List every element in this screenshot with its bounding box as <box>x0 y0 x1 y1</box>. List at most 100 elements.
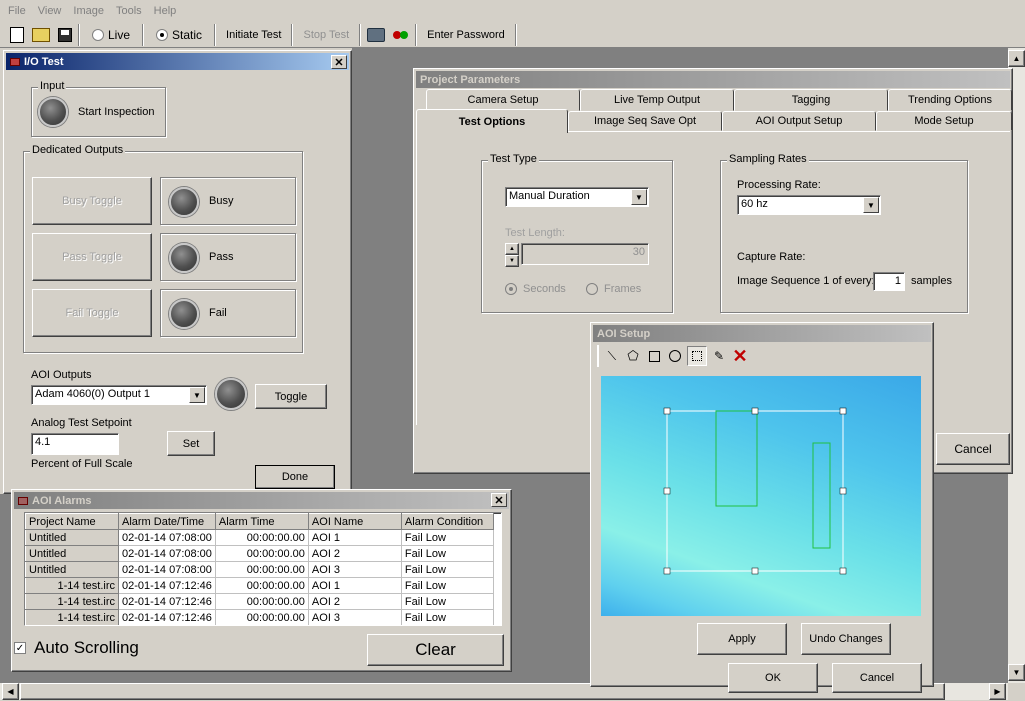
delete-icon[interactable]: ✕ <box>731 346 749 366</box>
new-file-icon[interactable] <box>10 26 24 43</box>
tab-camera-setup[interactable]: Camera Setup <box>426 89 580 111</box>
scroll-up-button[interactable]: ▲ <box>1008 50 1025 67</box>
undo-changes-button[interactable]: Undo Changes <box>801 623 891 655</box>
fail-indicator: Fail <box>160 289 296 337</box>
table-row[interactable]: 1-14 test.irc 02-01-14 07:12:46 00:00:00… <box>25 593 494 610</box>
frames-radio-circle[interactable] <box>586 283 598 295</box>
table-row[interactable]: Untitled 02-01-14 07:08:00 00:00:00.00 A… <box>25 545 494 562</box>
done-button[interactable]: Done <box>255 465 335 489</box>
tab-aoi-output-setup[interactable]: AOI Output Setup <box>722 111 876 131</box>
column-header[interactable]: AOI Name <box>307 513 402 530</box>
tab-image-seq-save-opt[interactable]: Image Seq Save Opt <box>568 111 722 131</box>
seconds-radio-circle[interactable] <box>505 283 517 295</box>
seconds-radio[interactable]: Seconds <box>505 283 566 295</box>
test-type-select[interactable]: Manual Duration ▼ <box>505 187 649 207</box>
frames-radio[interactable]: Frames <box>586 283 641 295</box>
project-cancel-button[interactable]: Cancel <box>936 433 1010 465</box>
close-icon[interactable]: ✕ <box>491 493 507 507</box>
busy-toggle-button[interactable]: Busy Toggle <box>32 177 152 225</box>
test-length-spinner[interactable]: ▲ ▼ <box>505 243 519 267</box>
table-cell: Fail Low <box>401 561 494 578</box>
thermal-image-canvas[interactable] <box>601 376 921 616</box>
initiate-test-button[interactable]: Initiate Test <box>222 29 285 41</box>
project-parameters-titlebar[interactable]: Project Parameters <box>416 71 1010 88</box>
alarms-grid[interactable]: Project Name Alarm Date/Time Alarm Time … <box>24 512 502 626</box>
scroll-down-button[interactable]: ▼ <box>1008 664 1025 681</box>
table-cell: AOI 3 <box>308 561 402 578</box>
live-radio-circle[interactable] <box>92 28 104 41</box>
aoi-outputs-select[interactable]: Adam 4060(0) Output 1 ▼ <box>31 385 207 405</box>
table-cell: Untitled <box>25 545 119 562</box>
table-cell: 1-14 test.irc <box>25 593 119 610</box>
table-row[interactable]: 1-14 test.irc 02-01-14 07:12:46 00:00:00… <box>25 609 494 625</box>
select-tool-icon[interactable] <box>687 346 707 366</box>
ok-button[interactable]: OK <box>728 663 818 693</box>
menu-tools[interactable]: Tools <box>110 5 148 17</box>
aoi-setup-titlebar[interactable]: AOI Setup <box>593 325 931 342</box>
frames-label: Frames <box>604 283 642 295</box>
save-disk-icon[interactable] <box>58 27 72 42</box>
edit-tool-icon[interactable]: ✎ <box>710 347 728 365</box>
spin-up-button[interactable]: ▲ <box>505 243 519 255</box>
column-header[interactable]: Project Name <box>25 513 119 530</box>
enter-password-button[interactable]: Enter Password <box>423 29 509 41</box>
pass-toggle-button[interactable]: Pass Toggle <box>32 233 152 281</box>
test-length-input[interactable]: 30 <box>521 243 649 265</box>
open-folder-icon[interactable] <box>32 27 50 42</box>
image-seq-input[interactable]: 1 <box>873 272 905 291</box>
app-icon <box>18 496 28 505</box>
table-row[interactable]: Untitled 02-01-14 07:08:00 00:00:00.00 A… <box>25 561 494 578</box>
checkbox-checked-icon[interactable]: ✓ <box>14 642 26 654</box>
column-header[interactable]: Alarm Time <box>214 513 309 530</box>
tab-tagging[interactable]: Tagging <box>734 89 888 111</box>
chevron-down-icon[interactable]: ▼ <box>863 197 879 213</box>
line-tool-icon[interactable]: ⟍ <box>603 347 621 365</box>
scroll-right-button[interactable]: ▶ <box>989 683 1006 700</box>
aoi-outputs-label: AOI Outputs <box>31 369 92 381</box>
aoi-cancel-button[interactable]: Cancel <box>832 663 922 693</box>
processing-rate-label: Processing Rate: <box>737 179 821 191</box>
set-button[interactable]: Set <box>167 431 215 456</box>
menu-view[interactable]: View <box>32 5 68 17</box>
menu-file[interactable]: File <box>2 5 32 17</box>
live-radio[interactable]: Live <box>86 28 136 42</box>
chevron-down-icon[interactable]: ▼ <box>189 387 205 403</box>
tab-live-temp-output[interactable]: Live Temp Output <box>580 89 734 111</box>
static-radio[interactable]: Static <box>150 28 208 42</box>
aoi-alarms-title: AOI Alarms <box>32 494 92 507</box>
static-radio-circle[interactable] <box>156 28 169 41</box>
project-parameters-title: Project Parameters <box>420 73 521 86</box>
clear-button[interactable]: Clear <box>367 634 504 666</box>
table-row[interactable]: 1-14 test.irc 02-01-14 07:12:46 00:00:00… <box>25 577 494 594</box>
aoi-alarms-titlebar[interactable]: AOI Alarms <box>14 492 509 509</box>
scroll-left-button[interactable]: ◀ <box>2 683 19 700</box>
io-test-titlebar[interactable]: I/O Test <box>6 53 349 70</box>
auto-scrolling-checkbox[interactable]: ✓ Auto Scrolling <box>14 638 139 658</box>
busy-indicator: Busy <box>160 177 296 225</box>
menu-image[interactable]: Image <box>67 5 110 17</box>
tab-test-options[interactable]: Test Options <box>416 109 568 133</box>
column-header[interactable]: Alarm Date/Time <box>118 513 216 530</box>
input-legend: Input <box>38 80 67 92</box>
polygon-tool-icon[interactable]: ⬠ <box>624 347 642 365</box>
stop-test-button[interactable]: Stop Test <box>299 29 353 41</box>
ellipse-tool-icon[interactable] <box>666 347 684 365</box>
samples-label: samples <box>911 275 952 287</box>
aoi-toggle-button[interactable]: Toggle <box>255 384 327 409</box>
table-row[interactable]: Untitled 02-01-14 07:08:00 00:00:00.00 A… <box>25 529 494 546</box>
camera-icon[interactable] <box>367 27 386 42</box>
apply-button[interactable]: Apply <box>697 623 787 655</box>
close-icon[interactable]: ✕ <box>331 55 347 69</box>
column-header[interactable]: Alarm Condition <box>400 513 494 530</box>
tab-mode-setup[interactable]: Mode Setup <box>876 111 1012 131</box>
aoi-setup-title: AOI Setup <box>597 327 651 340</box>
fail-toggle-button[interactable]: Fail Toggle <box>32 289 152 337</box>
chevron-down-icon[interactable]: ▼ <box>631 189 647 205</box>
tab-trending-options[interactable]: Trending Options <box>888 89 1012 111</box>
processing-rate-select[interactable]: 60 hz ▼ <box>737 195 881 215</box>
capture-icon[interactable] <box>393 29 409 41</box>
analog-setpoint-input[interactable]: 4.1 <box>31 433 119 455</box>
rectangle-tool-icon[interactable] <box>645 347 663 365</box>
spin-down-button[interactable]: ▼ <box>505 255 519 267</box>
menu-help[interactable]: Help <box>148 5 183 17</box>
